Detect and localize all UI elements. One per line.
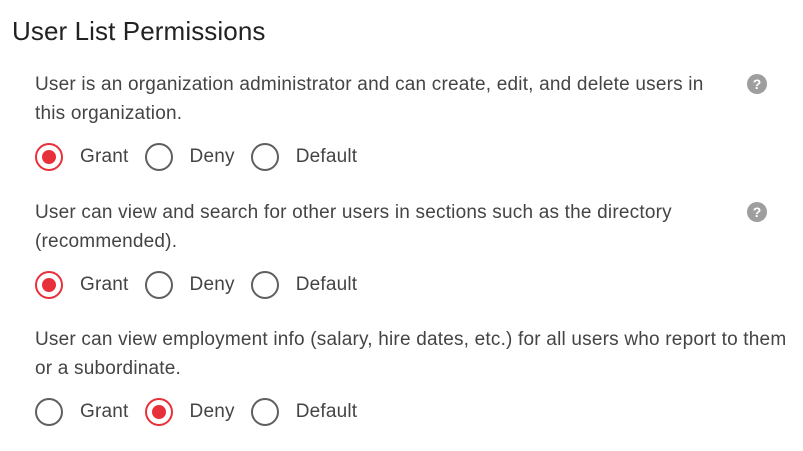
radio-default-circle[interactable] <box>250 398 279 426</box>
radio-default-label: Default <box>295 146 358 167</box>
radio-deny[interactable]: Deny <box>144 271 235 299</box>
permission-radio-group: Grant Deny Default <box>35 395 795 429</box>
radio-deny[interactable]: Deny <box>144 398 235 426</box>
permission-description: User can view and search for other users… <box>35 202 672 252</box>
permission-description: User can view employment info (salary, h… <box>35 329 787 379</box>
radio-default-label: Default <box>295 401 358 422</box>
radio-grant[interactable]: Grant <box>35 271 129 299</box>
user-list-permissions-panel: User List Permissions User is an organiz… <box>0 0 803 451</box>
radio-default[interactable]: Default <box>250 271 358 299</box>
radio-grant-circle[interactable] <box>35 143 63 171</box>
permission-description: User is an organization administrator an… <box>35 74 704 124</box>
radio-default-circle[interactable] <box>250 143 279 171</box>
radio-deny-circle[interactable] <box>144 271 173 299</box>
permission-view-users: User can view and search for other users… <box>35 198 795 302</box>
radio-deny-circle[interactable] <box>144 398 173 426</box>
question-circle-icon[interactable]: ? <box>747 202 767 222</box>
radio-deny-label: Deny <box>189 146 235 167</box>
radio-grant-label: Grant <box>80 274 129 295</box>
page-title: User List Permissions <box>12 16 266 46</box>
radio-grant-circle[interactable] <box>35 271 63 299</box>
radio-deny[interactable]: Deny <box>144 143 235 171</box>
radio-deny-label: Deny <box>189 274 235 295</box>
permission-radio-group: Grant Deny Default <box>35 140 795 174</box>
radio-default[interactable]: Default <box>250 398 358 426</box>
radio-grant-label: Grant <box>80 146 129 167</box>
radio-default-label: Default <box>295 274 358 295</box>
radio-default[interactable]: Default <box>250 143 358 171</box>
radio-grant-label: Grant <box>80 401 129 422</box>
radio-grant[interactable]: Grant <box>35 398 129 426</box>
radio-grant-circle[interactable] <box>35 398 63 426</box>
question-circle-icon[interactable]: ? <box>747 74 767 94</box>
radio-deny-label: Deny <box>189 401 235 422</box>
radio-deny-circle[interactable] <box>144 143 173 171</box>
permission-view-employment-info: User can view employment info (salary, h… <box>35 325 795 429</box>
permission-org-admin: User is an organization administrator an… <box>35 70 795 174</box>
radio-default-circle[interactable] <box>250 271 279 299</box>
radio-grant[interactable]: Grant <box>35 143 129 171</box>
permission-radio-group: Grant Deny Default <box>35 268 795 302</box>
